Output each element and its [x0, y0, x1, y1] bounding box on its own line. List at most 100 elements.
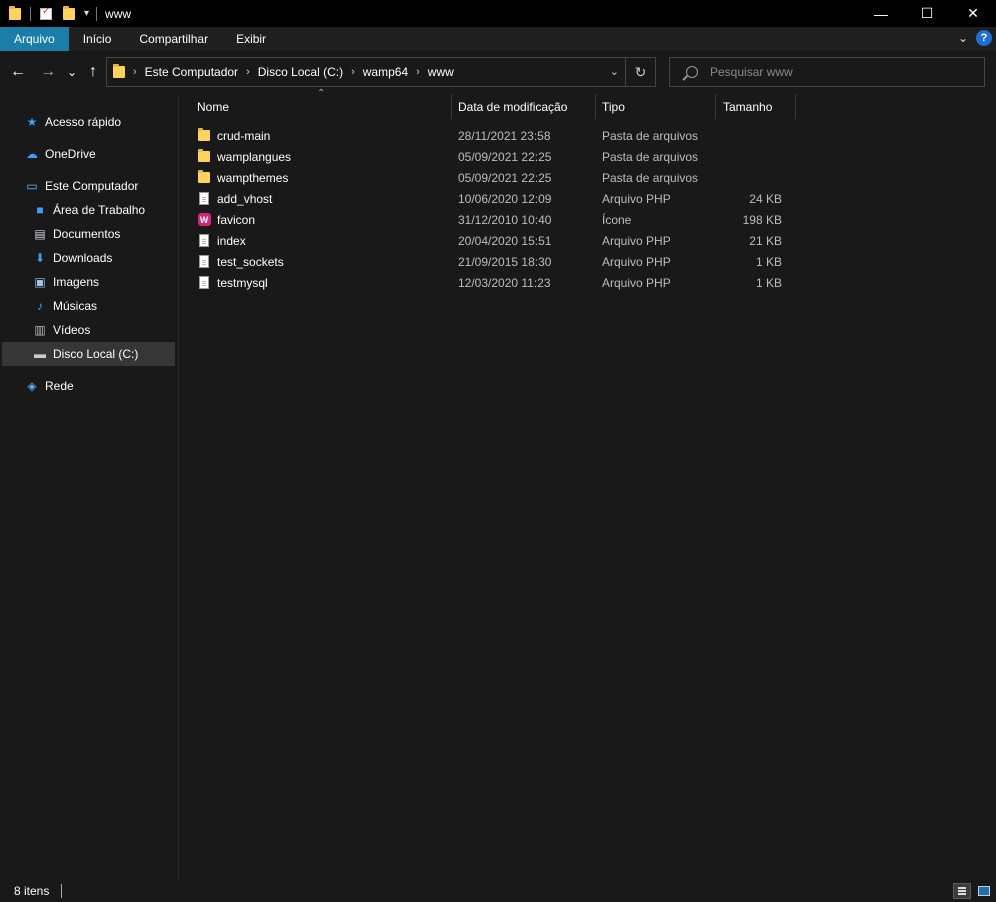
back-button[interactable]: ← — [8, 62, 28, 82]
navigation-bar: ← → ⌄ ↑ › Este Computador › Disco Local … — [0, 51, 996, 94]
file-date: 12/03/2020 11:23 — [458, 275, 551, 290]
column-header-size[interactable]: Tamanho — [723, 94, 793, 119]
sidebar-item-downloads[interactable]: ⬇ Downloads — [32, 246, 112, 270]
breadcrumb-este-computador[interactable]: Este Computador — [145, 65, 238, 79]
recent-locations-chevron-icon[interactable]: ⌄ — [62, 62, 82, 82]
file-row[interactable]: Wfavicon 31/12/2010 10:40 Ícone 198 KB — [193, 209, 793, 230]
chevron-right-icon[interactable]: › — [351, 66, 355, 78]
navigation-pane: ★ Acesso rápido ☁ OneDrive ▭ Este Comput… — [0, 94, 178, 880]
sidebar-item-label: OneDrive — [45, 147, 96, 161]
tab-arquivo[interactable]: Arquivo — [0, 27, 69, 51]
sidebar-item-label: Músicas — [53, 299, 98, 313]
sidebar-item-label: Downloads — [53, 251, 113, 265]
file-list: ⌃ Nome Data de modificação Tipo Tamanho … — [179, 88, 996, 880]
column-header-date[interactable]: Data de modificação — [458, 94, 598, 119]
breadcrumb-disco-local[interactable]: Disco Local (C:) — [258, 65, 343, 79]
sidebar-item-documentos[interactable]: ▤ Documentos — [32, 222, 120, 246]
sidebar-item-label: Acesso rápido — [45, 115, 122, 129]
customize-toolbar-chevron-icon[interactable]: ▾ — [84, 8, 89, 19]
file-row[interactable]: wampthemes 05/09/2021 22:25 Pasta de arq… — [193, 167, 793, 188]
sidebar-item-este-computador[interactable]: ▭ Este Computador — [24, 174, 138, 198]
address-bar[interactable]: › Este Computador › Disco Local (C:) › w… — [106, 57, 656, 87]
file-type: Pasta de arquivos — [602, 170, 699, 185]
sidebar-item-rede[interactable]: ◈ Rede — [24, 374, 73, 398]
status-bar: 8 itens — [0, 880, 996, 902]
maximize-button[interactable]: ☐ — [904, 0, 950, 27]
column-divider[interactable] — [595, 94, 596, 119]
file-row[interactable]: crud-main 28/11/2021 23:58 Pasta de arqu… — [193, 125, 793, 146]
minimize-button[interactable]: — — [858, 0, 904, 27]
php-file-icon — [197, 255, 211, 269]
folder-icon — [197, 149, 211, 164]
tab-inicio[interactable]: Início — [69, 27, 126, 51]
file-name: test_sockets — [217, 254, 284, 269]
file-type: Pasta de arquivos — [602, 149, 699, 164]
file-size: 24 KB — [749, 191, 782, 206]
breadcrumb-www[interactable]: www — [428, 65, 454, 79]
up-button[interactable]: ↑ — [83, 62, 103, 82]
sidebar-item-disco-local[interactable]: ▬ Disco Local (C:) — [2, 342, 175, 366]
tab-compartilhar[interactable]: Compartilhar — [125, 27, 222, 51]
sidebar-item-label: Este Computador — [45, 179, 139, 193]
file-size: 21 KB — [749, 233, 782, 248]
breadcrumb-wamp64[interactable]: wamp64 — [363, 65, 408, 79]
details-view-icon[interactable] — [953, 883, 971, 899]
chevron-right-icon[interactable]: › — [133, 66, 137, 78]
file-date: 05/09/2021 22:25 — [458, 170, 552, 185]
sidebar-item-onedrive[interactable]: ☁ OneDrive — [24, 142, 96, 166]
php-file-icon — [197, 192, 211, 206]
refresh-icon[interactable]: ↻ — [625, 58, 655, 86]
column-divider[interactable] — [451, 94, 452, 119]
video-icon: ▥ — [34, 323, 46, 337]
file-row[interactable]: index 20/04/2020 15:51 Arquivo PHP 21 KB — [193, 230, 793, 251]
chevron-right-icon[interactable]: › — [416, 66, 420, 78]
sidebar-item-videos[interactable]: ▥ Vídeos — [32, 318, 90, 342]
file-row[interactable]: add_vhost 10/06/2020 12:09 Arquivo PHP 2… — [193, 188, 793, 209]
sidebar-item-acesso-rapido[interactable]: ★ Acesso rápido — [24, 110, 121, 134]
file-row[interactable]: testmysql 12/03/2020 11:23 Arquivo PHP 1… — [193, 272, 793, 293]
divider — [61, 884, 63, 898]
ribbon-tabs: Arquivo Início Compartilhar Exibir ⌄ ? — [0, 27, 996, 51]
divider — [96, 6, 98, 21]
sidebar-item-area-de-trabalho[interactable]: ■ Área de Trabalho — [32, 198, 145, 222]
window-title: www — [105, 6, 132, 21]
file-type: Arquivo PHP — [602, 191, 671, 206]
chevron-right-icon[interactable]: › — [246, 66, 250, 78]
forward-button[interactable]: → — [38, 62, 58, 82]
column-divider[interactable] — [795, 94, 796, 119]
folder-icon[interactable] — [7, 5, 23, 22]
help-icon[interactable]: ? — [976, 30, 992, 46]
php-file-icon — [197, 234, 211, 248]
column-divider[interactable] — [715, 94, 716, 119]
close-button[interactable]: ✕ — [950, 0, 996, 27]
file-size: 1 KB — [755, 275, 782, 290]
column-header-type[interactable]: Tipo — [602, 94, 717, 119]
file-row[interactable]: wamplangues 05/09/2021 22:25 Pasta de ar… — [193, 146, 793, 167]
tab-exibir[interactable]: Exibir — [222, 27, 280, 51]
search-box[interactable] — [669, 57, 985, 87]
expand-ribbon-chevron-icon[interactable]: ⌄ — [958, 31, 968, 45]
file-row[interactable]: test_sockets 21/09/2015 18:30 Arquivo PH… — [193, 251, 793, 272]
drive-icon: ▬ — [34, 347, 46, 361]
star-icon: ★ — [26, 115, 38, 129]
file-date: 31/12/2010 10:40 — [458, 212, 552, 227]
file-type: Arquivo PHP — [602, 233, 671, 248]
search-input[interactable] — [710, 65, 970, 79]
new-folder-icon[interactable] — [61, 5, 77, 22]
file-name: crud-main — [217, 128, 271, 143]
file-date: 10/06/2020 12:09 — [458, 191, 552, 206]
file-name: favicon — [217, 212, 256, 227]
sidebar-item-label: Documentos — [53, 227, 121, 241]
title-bar: ▾ www — ☐ ✕ — [0, 0, 996, 27]
sidebar-item-musicas[interactable]: ♪ Músicas — [32, 294, 97, 318]
file-size: 1 KB — [755, 254, 782, 269]
properties-icon[interactable] — [38, 6, 54, 22]
desktop-icon: ■ — [36, 203, 44, 217]
large-icons-view-icon[interactable] — [975, 883, 993, 899]
document-icon: ▤ — [34, 227, 46, 241]
address-history-chevron-icon[interactable]: ⌄ — [610, 65, 619, 78]
file-type: Arquivo PHP — [602, 254, 671, 269]
sidebar-item-imagens[interactable]: ▣ Imagens — [32, 270, 99, 294]
file-name: testmysql — [217, 275, 268, 290]
column-header-name[interactable]: Nome — [197, 94, 452, 119]
